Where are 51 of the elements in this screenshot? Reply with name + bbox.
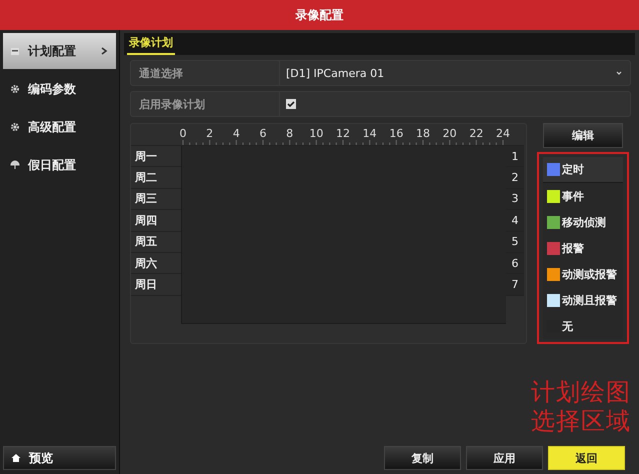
row-number: 6 xyxy=(512,256,518,270)
day-label: 周一 xyxy=(135,148,157,164)
row-number: 5 xyxy=(512,235,518,248)
annotation-text: 选择区域 xyxy=(531,407,631,436)
hour-label: 8 xyxy=(286,127,294,140)
sidebar-item[interactable]: 编码参数 xyxy=(3,71,116,107)
action-button[interactable]: 返回 xyxy=(548,446,625,470)
action-button[interactable]: 应用 xyxy=(466,446,543,470)
row-number: 7 xyxy=(512,278,518,292)
field-label: 通道选择 xyxy=(131,61,280,85)
hour-label: 18 xyxy=(416,127,430,140)
legend-item[interactable]: 定时 xyxy=(543,157,623,183)
edit-button[interactable]: 编辑 xyxy=(543,123,623,148)
hour-label: 14 xyxy=(362,127,377,140)
hour-label: 4 xyxy=(232,127,240,140)
channel-dropdown[interactable]: [D1] IPCamera 01 xyxy=(280,61,630,85)
sidebar-item[interactable]: 计划配置 xyxy=(3,33,116,69)
hour-label: 22 xyxy=(469,127,484,140)
row-number: 4 xyxy=(512,214,518,227)
day-label: 周五 xyxy=(135,234,157,250)
sidebar-item[interactable]: 假日配置 xyxy=(3,147,116,183)
hour-label: 10 xyxy=(309,127,324,140)
row-number: 1 xyxy=(512,150,518,163)
preview-button[interactable]: 预览 xyxy=(3,446,116,470)
hour-label: 6 xyxy=(260,127,266,140)
hour-label: 12 xyxy=(336,127,350,140)
row-number: 2 xyxy=(512,171,518,184)
day-label: 周六 xyxy=(135,256,157,271)
day-label: 周三 xyxy=(135,191,157,206)
day-label: 周二 xyxy=(135,170,157,186)
hour-label: 2 xyxy=(206,127,214,140)
window-title: 录像配置 xyxy=(296,6,344,24)
day-label: 周日 xyxy=(135,277,157,292)
hour-label: 20 xyxy=(442,127,457,140)
action-button[interactable]: 复制 xyxy=(384,446,461,470)
hour-label: 0 xyxy=(180,127,186,140)
gear-icon xyxy=(10,122,20,132)
chevron-icon xyxy=(99,46,109,56)
annotation-text: 计划绘图 xyxy=(531,378,631,407)
check-icon xyxy=(286,99,296,109)
hour-label: 16 xyxy=(389,127,404,140)
umbrella-icon xyxy=(10,160,20,170)
hour-label: 24 xyxy=(496,127,510,140)
day-label: 周四 xyxy=(135,212,157,228)
field-label: 启用录像计划 xyxy=(131,92,280,116)
row-number: 3 xyxy=(512,192,518,206)
home-icon xyxy=(11,453,21,463)
sidebar-item[interactable]: 高级配置 xyxy=(3,109,116,145)
gear-icon xyxy=(10,84,20,94)
tab[interactable]: 录像计划 xyxy=(127,35,175,55)
checkbox[interactable] xyxy=(286,99,296,109)
